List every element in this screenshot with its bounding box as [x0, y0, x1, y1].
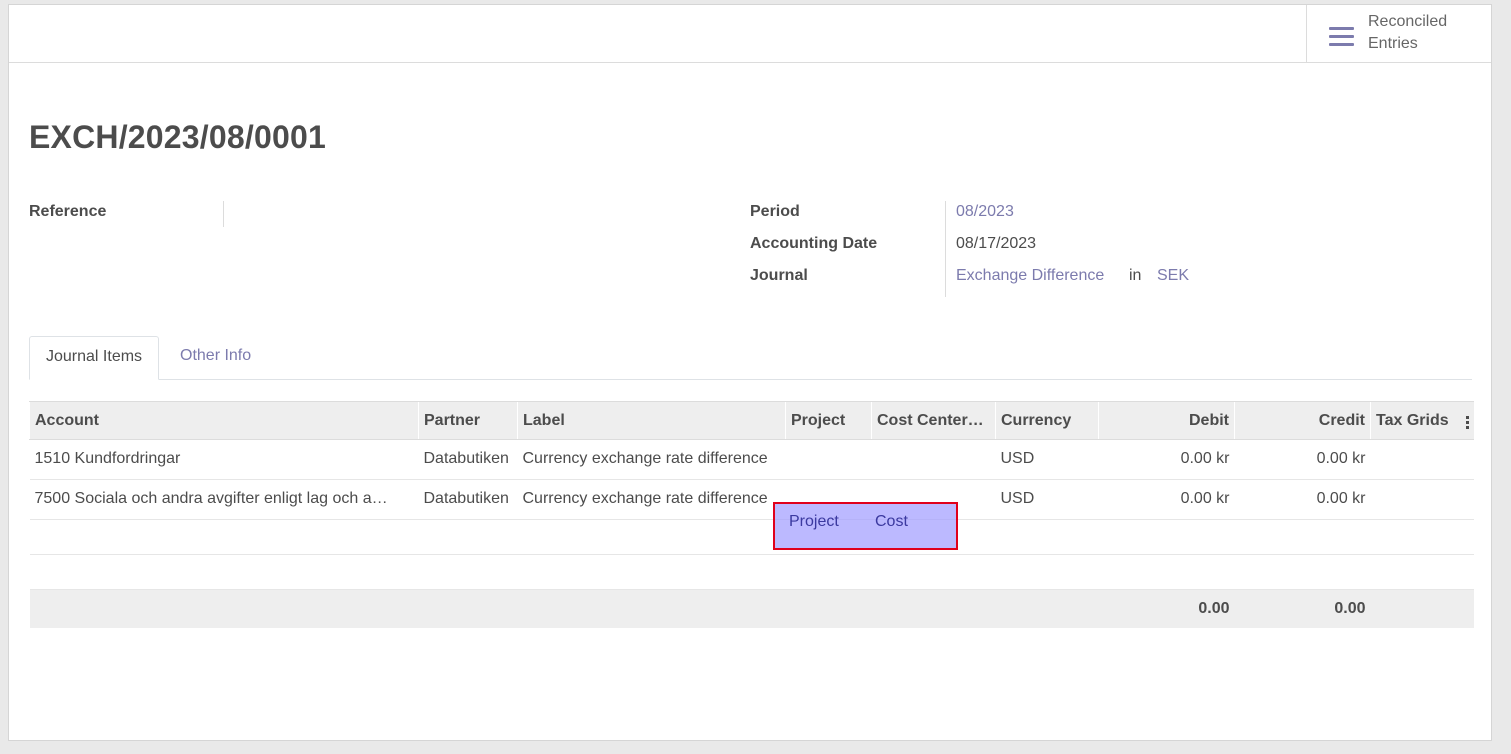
cell-account[interactable]: 1510 Kundfordringar: [29, 439, 419, 480]
smart-button-label-1: Reconciled: [1368, 13, 1448, 30]
accounting-date-label: Accounting Date: [750, 235, 878, 252]
cell-tax-grids[interactable]: [1370, 439, 1474, 480]
table-row[interactable]: 1510 Kundfordringar Databutiken Currency…: [29, 439, 1474, 480]
column-header-project[interactable]: Project: [785, 401, 872, 440]
cell-debit[interactable]: 0.00 kr: [1098, 439, 1235, 480]
cell-credit[interactable]: 0.00 kr: [1234, 439, 1371, 480]
button-box: Reconciled Entries: [9, 5, 1491, 63]
column-header-tax-grids[interactable]: Tax Grids: [1370, 401, 1474, 440]
column-header-tax-grids-label: Tax Grids: [1376, 411, 1449, 429]
empty-row: [29, 519, 1474, 555]
cell-partner[interactable]: Databutiken: [418, 439, 518, 480]
column-header-currency[interactable]: Currency: [995, 401, 1099, 440]
cell-account[interactable]: 7500 Sociala och andra avgifter enligt l…: [29, 479, 419, 520]
column-header-cost-center[interactable]: Cost Center…: [871, 401, 996, 440]
cell-project[interactable]: [785, 439, 872, 480]
total-credit: 0.00: [1234, 589, 1371, 628]
smart-button-label-2: Entries: [1368, 35, 1418, 52]
cell-tax-grids[interactable]: [1370, 479, 1474, 520]
period-label: Period: [750, 203, 800, 220]
notebook-tabs: Journal Items Other Info: [29, 336, 1472, 380]
page-title: EXCH/2023/08/0001: [29, 119, 326, 155]
accounting-date-field[interactable]: 08/17/2023: [956, 235, 1036, 253]
table-header-row: Account Partner Label Project Cost Cente…: [29, 401, 1474, 440]
journal-in-text: in: [1129, 267, 1142, 284]
column-header-label[interactable]: Label: [517, 401, 786, 440]
tab-other-info[interactable]: Other Info: [164, 336, 267, 379]
cell-cost-center[interactable]: [871, 439, 996, 480]
cell-currency[interactable]: USD: [995, 439, 1099, 480]
journal-label: Journal: [750, 267, 808, 284]
cost-center-cell-value[interactable]: Cost: [875, 513, 908, 531]
cell-credit[interactable]: 0.00 kr: [1234, 479, 1371, 520]
divider: [945, 201, 946, 297]
divider: [223, 201, 224, 227]
form-sheet: Reconciled Entries EXCH/2023/08/0001 Ref…: [8, 4, 1492, 741]
cell-debit[interactable]: 0.00 kr: [1098, 479, 1235, 520]
column-header-debit[interactable]: Debit: [1098, 401, 1235, 440]
cell-currency[interactable]: USD: [995, 479, 1099, 520]
cell-label[interactable]: Currency exchange rate difference: [517, 479, 786, 520]
reconciled-entries-button[interactable]: Reconciled Entries: [1306, 5, 1491, 62]
totals-row: 0.00 0.00: [29, 589, 1474, 628]
reference-label: Reference: [29, 203, 107, 220]
column-header-partner[interactable]: Partner: [418, 401, 518, 440]
cell-label[interactable]: Currency exchange rate difference: [517, 439, 786, 480]
column-header-credit[interactable]: Credit: [1234, 401, 1371, 440]
journal-items-table: Account Partner Label Project Cost Cente…: [29, 401, 1474, 628]
table-row[interactable]: 7500 Sociala och andra avgifter enligt l…: [29, 479, 1474, 520]
column-header-account[interactable]: Account: [29, 401, 419, 440]
period-link[interactable]: 08/2023: [956, 203, 1014, 221]
cell-partner[interactable]: Databutiken: [418, 479, 518, 520]
project-cell-value[interactable]: Project: [789, 513, 839, 531]
tab-journal-items[interactable]: Journal Items: [29, 336, 160, 380]
journal-link[interactable]: Exchange Difference: [956, 267, 1104, 285]
empty-row: [29, 554, 1474, 590]
total-debit: 0.00: [1098, 589, 1235, 628]
optional-columns-icon[interactable]: [1465, 416, 1469, 431]
journal-currency-link[interactable]: SEK: [1157, 267, 1189, 285]
bars-icon: [1329, 27, 1354, 47]
